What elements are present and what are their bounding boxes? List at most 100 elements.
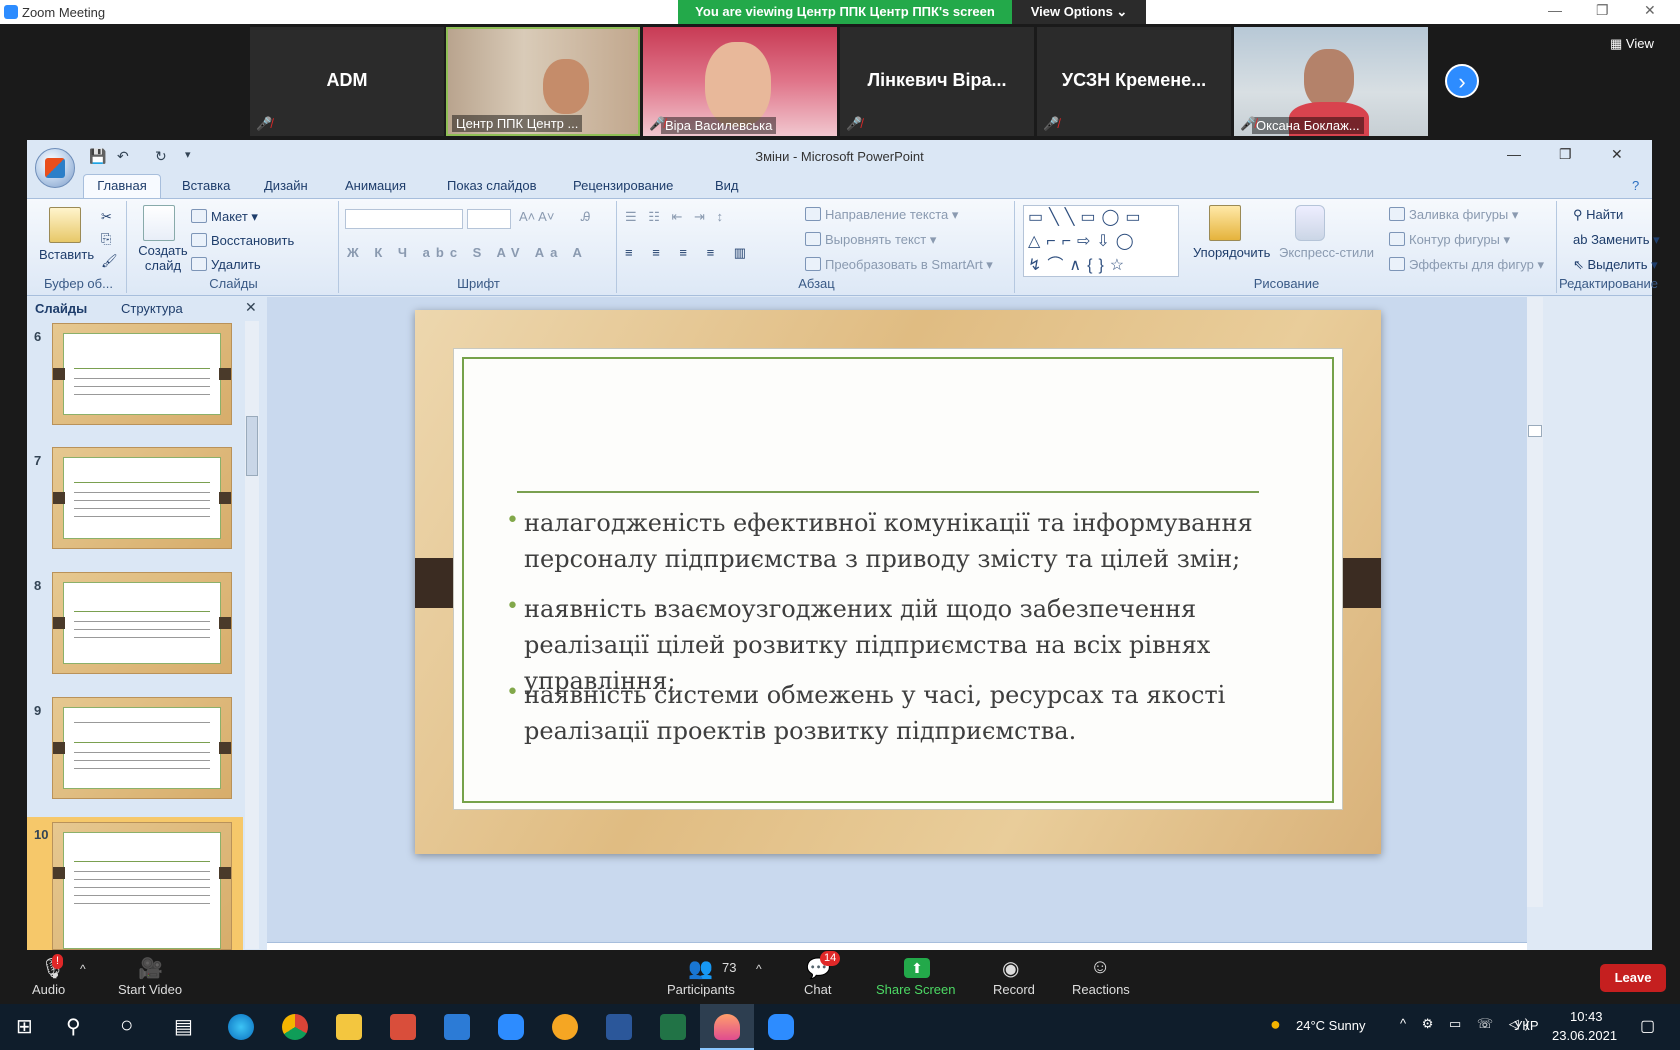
ppt-restore-icon[interactable]: ❐ [1559,146,1572,163]
start-video-button[interactable]: Start Video [118,982,182,997]
font-size-select[interactable] [467,209,511,229]
participant-tile[interactable]: Лінкевич Віра... 🎤̸ [840,27,1034,136]
minimize-icon[interactable]: — [1548,2,1562,18]
participant-video-tile[interactable]: Центр ППК Центр ... [446,27,640,136]
grow-font-icon[interactable]: A˄ A˅ [519,209,554,224]
reactions-button[interactable]: Reactions [1072,982,1130,997]
chevron-up-icon[interactable]: ^ [80,962,86,976]
tab-animation[interactable]: Анимация [345,178,406,193]
search-icon[interactable]: ⚲ [66,1014,81,1039]
chat-button[interactable]: Chat [804,982,831,997]
editor-scrollbar[interactable] [1527,297,1543,907]
tab-view[interactable]: Вид [715,178,739,193]
video-off-icon[interactable]: 🎥 [138,956,163,981]
close-icon[interactable]: ✕ [1644,2,1656,19]
word-icon[interactable] [606,1014,632,1040]
input-language[interactable]: УКР [1514,1018,1539,1033]
audio-button[interactable]: Audio [32,982,65,997]
undo-icon[interactable]: ↶ [117,148,129,165]
zoom-taskbar-icon[interactable] [498,1014,524,1040]
thumbnail-scrollbar[interactable] [245,321,259,949]
weather-text[interactable]: 24°C Sunny [1296,1018,1366,1033]
panel-close-icon[interactable]: ✕ [245,299,257,316]
clock-date[interactable]: 23.06.2021 [1552,1028,1617,1043]
chevron-up-icon[interactable]: ^ [756,962,762,976]
view-options-button[interactable]: View Options ⌄ [1012,0,1146,24]
tab-design[interactable]: Дизайн [264,178,308,193]
mail-icon[interactable] [444,1014,470,1040]
tab-home[interactable]: Главная [83,174,161,198]
notifications-icon[interactable]: ▢ [1640,1016,1655,1036]
customize-qat-icon[interactable]: ▾ [185,148,191,161]
ppt-minimize-icon[interactable]: — [1507,146,1521,162]
participant-tile[interactable]: ADM 🎤̸ [250,27,444,136]
shape-fill-button[interactable]: Заливка фигуры ▾ [1389,207,1518,223]
redo-icon[interactable]: ↻ [155,148,167,165]
participants-button[interactable]: Participants [667,982,735,997]
shape-outline-button[interactable]: Контур фигуры ▾ [1389,232,1510,248]
participant-video-tile[interactable]: Віра Василевська 🎤̸ [643,27,837,136]
slide-thumbnail[interactable] [52,572,232,674]
bullet-item[interactable]: • наявність системи обмежень у часі, ресу… [506,677,1274,749]
layout-button[interactable]: Макет ▾ [191,209,258,225]
excel-icon[interactable] [660,1014,686,1040]
tab-insert[interactable]: Вставка [182,178,230,193]
font-name-select[interactable] [345,209,463,229]
cut-icon[interactable]: ✂ [101,209,112,225]
reactions-icon[interactable]: ☺ [1090,956,1110,979]
font-style-icons[interactable]: Ж К Ч abc S AV Aa A [347,245,588,260]
format-painter-icon[interactable]: 🖌 [101,253,118,269]
zoom-meeting-taskbar-icon[interactable] [768,1014,794,1040]
clear-format-icon[interactable]: Ꭿ [581,209,590,225]
store-icon[interactable] [390,1014,416,1040]
smartart-button[interactable]: Преобразовать в SmartArt ▾ [805,257,993,273]
participant-video-tile[interactable]: Оксана Боклаж... 🎤̸ [1234,27,1428,136]
copy-icon[interactable]: ⎘ [101,231,111,247]
list-icons[interactable]: ☰ ☷ ⇤ ⇥ ↕ [625,209,727,225]
tab-outline[interactable]: Структура [121,301,183,316]
notes-pane[interactable] [267,942,1527,950]
record-button[interactable]: Record [993,982,1035,997]
current-slide[interactable]: • налагодженість ефективної комунікації т… [415,310,1381,854]
slide-thumbnail-selected[interactable] [52,822,232,950]
slide-thumbnail[interactable] [52,323,232,425]
participant-tile[interactable]: УСЗН Кременe... 🎤̸ [1037,27,1231,136]
paste-button[interactable]: Вставить [39,247,94,262]
slide-thumbnail[interactable] [52,697,232,799]
cortana-icon[interactable]: ○ [120,1012,133,1038]
scrollbar-thumb[interactable] [246,416,258,476]
windows-start-icon[interactable]: ⊞ [16,1014,33,1039]
tab-slides[interactable]: Слайды [35,301,87,316]
tab-slideshow[interactable]: Показ слайдов [447,178,537,193]
share-screen-button[interactable]: Share Screen [876,982,956,997]
edge-icon[interactable] [228,1014,254,1040]
align-icons[interactable]: ≡ ≡ ≡ ≡ ▥ [625,245,754,261]
leave-button[interactable]: Leave [1600,964,1666,992]
align-text-button[interactable]: Выровнять текст ▾ [805,232,936,248]
shapes-gallery[interactable]: ▭╲╲▭◯▭ △⌐⌐⇨⇩◯ ↯⌒∧{}☆ [1023,205,1179,277]
view-layout-button[interactable]: ▦ View [1610,36,1654,52]
chrome-icon[interactable] [282,1014,308,1040]
record-icon[interactable]: ◉ [1002,956,1019,981]
help-icon[interactable]: ? [1632,178,1639,193]
shape-effects-button[interactable]: Эффекты для фигур ▾ [1389,257,1544,273]
scrollbar-thumb[interactable] [1528,425,1542,437]
clock-time[interactable]: 10:43 [1570,1009,1603,1024]
select-button[interactable]: ⇖ Выделить ▾ [1573,257,1658,273]
bullet-item[interactable]: • налагодженість ефективної комунікації т… [506,505,1274,577]
reset-button[interactable]: Восстановить [191,233,294,248]
share-screen-icon[interactable]: ⬆ [904,958,930,978]
file-explorer-icon[interactable] [336,1014,362,1040]
save-icon[interactable]: 💾 [89,148,106,165]
find-button[interactable]: ⚲ Найти [1573,207,1623,223]
task-view-icon[interactable]: ▤ [174,1014,193,1039]
participants-icon[interactable]: 👥 [688,956,713,981]
text-direction-button[interactable]: Направление текста ▾ [805,207,958,223]
new-slide-button[interactable]: Создать слайд [135,243,191,273]
replace-button[interactable]: ab Заменить ▾ [1573,232,1660,248]
browser-icon[interactable] [552,1014,578,1040]
slide-thumbnail[interactable] [52,447,232,549]
arrange-button[interactable]: Упорядочить [1193,245,1270,260]
delete-slide-button[interactable]: Удалить [191,257,261,272]
powerpoint-taskbar-icon[interactable] [714,1014,740,1040]
